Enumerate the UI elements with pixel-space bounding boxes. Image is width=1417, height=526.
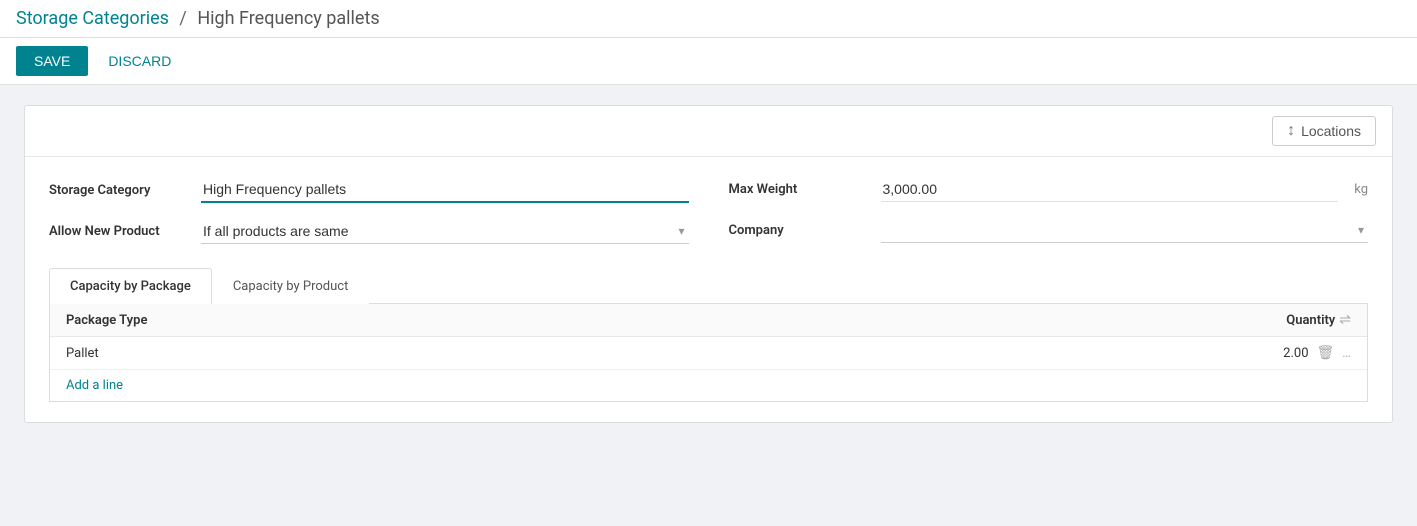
- col-package-type-header: Package Type: [66, 313, 147, 328]
- form-card: ↕ Locations Storage Category Allow New P…: [24, 105, 1393, 423]
- pallet-package-type: Pallet: [66, 346, 99, 361]
- locations-icon: ↕: [1287, 122, 1295, 140]
- breadcrumb-current: High Frequency pallets: [197, 8, 379, 29]
- breadcrumb: Storage Categories / High Frequency pall…: [16, 8, 380, 29]
- company-select[interactable]: [881, 218, 1369, 242]
- form-left: Storage Category Allow New Product If al…: [49, 177, 689, 244]
- tab-capacity-by-package[interactable]: Capacity by Package: [49, 268, 212, 304]
- allow-new-product-select[interactable]: If all products are same Always Never: [201, 219, 689, 243]
- add-line-link[interactable]: Add a line: [50, 370, 139, 401]
- max-weight-label: Max Weight: [729, 182, 869, 197]
- locations-label: Locations: [1301, 123, 1361, 139]
- action-bar: SAVE DISCARD: [0, 38, 1417, 85]
- storage-category-input[interactable]: [201, 177, 689, 203]
- allow-new-product-row: Allow New Product If all products are sa…: [49, 219, 689, 244]
- breadcrumb-separator: /: [179, 8, 186, 29]
- company-label: Company: [729, 223, 869, 238]
- discard-button[interactable]: DISCARD: [96, 46, 183, 76]
- form-section: Storage Category Allow New Product If al…: [49, 177, 1368, 244]
- card-body: Storage Category Allow New Product If al…: [25, 157, 1392, 422]
- pallet-quantity-value: 2.00: [1283, 346, 1308, 361]
- breadcrumb-bar: Storage Categories / High Frequency pall…: [0, 0, 1417, 38]
- row-actions-icon[interactable]: …: [1342, 346, 1351, 361]
- form-right: Max Weight kg Company ▾: [729, 177, 1369, 244]
- table-row: Pallet 2.00 🗑 …: [50, 337, 1367, 370]
- storage-category-label: Storage Category: [49, 183, 189, 198]
- max-weight-row: Max Weight kg: [729, 177, 1369, 202]
- header-right-icons: Quantity ⇌: [1286, 312, 1351, 328]
- allow-new-product-label: Allow New Product: [49, 224, 189, 239]
- table-section: Package Type Quantity ⇌ Pallet 2.00 🗑 … …: [49, 304, 1368, 402]
- locations-button[interactable]: ↕ Locations: [1272, 116, 1376, 146]
- col-quantity-header: Quantity: [1286, 313, 1335, 328]
- pallet-quantity-cell: 2.00 🗑 …: [1283, 345, 1351, 361]
- save-button[interactable]: SAVE: [16, 46, 88, 76]
- table-header: Package Type Quantity ⇌: [50, 304, 1367, 337]
- main-content: ↕ Locations Storage Category Allow New P…: [0, 85, 1417, 443]
- tabs: Capacity by Package Capacity by Product: [49, 268, 1368, 304]
- max-weight-unit: kg: [1354, 182, 1368, 197]
- storage-category-row: Storage Category: [49, 177, 689, 203]
- adjust-columns-icon[interactable]: ⇌: [1339, 312, 1351, 328]
- card-header: ↕ Locations: [25, 106, 1392, 157]
- delete-row-icon[interactable]: 🗑: [1317, 345, 1335, 361]
- tab-capacity-by-product[interactable]: Capacity by Product: [212, 268, 370, 304]
- allow-new-product-select-wrapper: If all products are same Always Never ▾: [201, 219, 689, 244]
- company-select-wrapper: ▾: [881, 218, 1369, 243]
- company-row: Company ▾: [729, 218, 1369, 243]
- breadcrumb-parent[interactable]: Storage Categories: [16, 8, 169, 29]
- max-weight-input[interactable]: [881, 177, 1339, 202]
